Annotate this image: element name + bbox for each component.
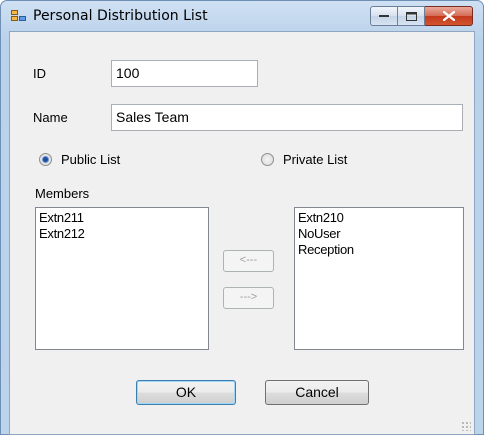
available-listbox[interactable]: Extn210 NoUser Reception bbox=[294, 207, 464, 350]
remove-member-button[interactable]: ---> bbox=[223, 287, 274, 309]
private-list-label[interactable]: Private List bbox=[283, 152, 347, 167]
close-button[interactable] bbox=[425, 6, 473, 26]
dialog-window: Personal Distribution List ID 100 Name S… bbox=[0, 0, 484, 435]
minimize-button[interactable] bbox=[370, 6, 398, 26]
dialog-client-area: ID 100 Name Sales Team Public List Priva… bbox=[9, 31, 475, 435]
minimize-icon bbox=[379, 15, 389, 17]
private-radio-button[interactable] bbox=[261, 153, 274, 166]
name-field[interactable]: Sales Team bbox=[111, 104, 463, 131]
name-label: Name bbox=[33, 110, 68, 125]
window-title: Personal Distribution List bbox=[33, 8, 208, 24]
maximize-icon bbox=[405, 11, 417, 21]
public-list-label[interactable]: Public List bbox=[61, 152, 120, 167]
close-icon bbox=[442, 11, 455, 21]
app-icon bbox=[11, 10, 27, 23]
list-item[interactable]: NoUser bbox=[298, 226, 463, 242]
resize-grip-icon[interactable] bbox=[461, 421, 471, 431]
add-member-button[interactable]: <--- bbox=[223, 250, 274, 272]
public-radio-button[interactable] bbox=[39, 153, 52, 166]
list-item[interactable]: Extn212 bbox=[39, 226, 208, 242]
cancel-button[interactable]: Cancel bbox=[265, 380, 369, 405]
list-item[interactable]: Extn210 bbox=[298, 210, 463, 226]
list-item[interactable]: Reception bbox=[298, 242, 463, 258]
maximize-button[interactable] bbox=[398, 6, 425, 26]
id-field[interactable]: 100 bbox=[111, 60, 258, 87]
id-label: ID bbox=[33, 66, 46, 81]
ok-button[interactable]: OK bbox=[136, 380, 236, 405]
members-listbox[interactable]: Extn211 Extn212 bbox=[35, 207, 209, 350]
title-bar[interactable]: Personal Distribution List bbox=[1, 1, 483, 31]
members-label: Members bbox=[35, 186, 90, 201]
list-item[interactable]: Extn211 bbox=[39, 210, 208, 226]
